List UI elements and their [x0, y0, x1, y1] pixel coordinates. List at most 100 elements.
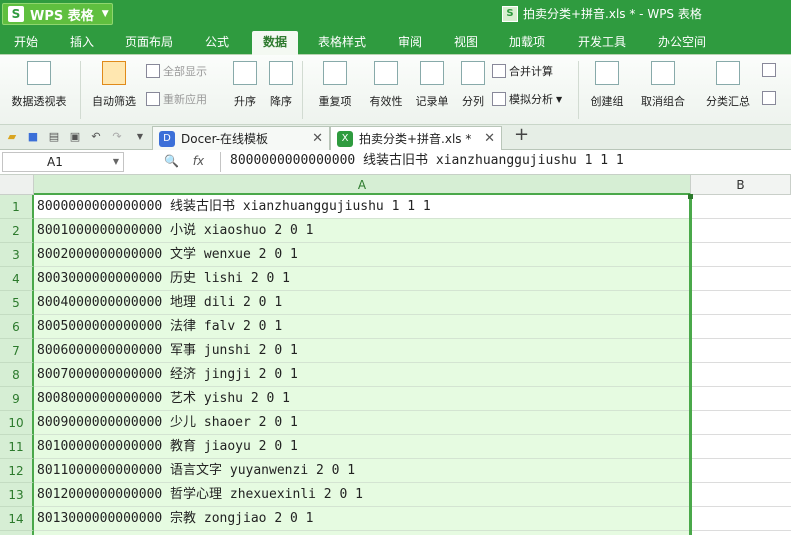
collapse-detail-button[interactable] [762, 91, 776, 105]
search-icon[interactable]: 🔍 [164, 154, 179, 168]
cell-b[interactable] [691, 483, 791, 507]
autofilter-button[interactable]: 自动筛选 [86, 61, 142, 109]
cell-b[interactable] [691, 411, 791, 435]
tab-addins[interactable]: 加载项 [502, 31, 552, 55]
reapply-button[interactable]: 重新应用 [146, 91, 207, 107]
cell-a[interactable]: 8010000000000000 教育 jiaoyu 2 0 1 [34, 435, 691, 459]
cell-b[interactable] [691, 435, 791, 459]
cell-b[interactable] [691, 339, 791, 363]
row-header[interactable]: 13 [0, 483, 34, 507]
funnel-icon [102, 61, 126, 85]
cell-b[interactable] [691, 291, 791, 315]
cell-a[interactable] [34, 531, 691, 535]
redo-icon[interactable]: ↷ [110, 130, 124, 144]
tab-insert[interactable]: 插入 [62, 31, 102, 55]
name-box[interactable]: A1 ▼ [2, 152, 124, 172]
cell-a[interactable]: 8013000000000000 宗教 zongjiao 2 0 1 [34, 507, 691, 531]
cell-a[interactable]: 8011000000000000 语言文字 yuyanwenzi 2 0 1 [34, 459, 691, 483]
select-all-corner[interactable] [0, 175, 34, 195]
cell-a[interactable]: 8008000000000000 艺术 yishu 2 0 1 [34, 387, 691, 411]
tab-developer[interactable]: 开发工具 [570, 31, 634, 55]
chevron-down-icon[interactable]: ▼ [133, 130, 147, 144]
tab-page-layout[interactable]: 页面布局 [118, 31, 180, 55]
cell-b[interactable] [691, 531, 791, 535]
table-row: 13 8012000000000000 哲学心理 zhexuexinli 2 0 … [0, 483, 791, 507]
pivot-table-button[interactable]: 数据透视表 [6, 61, 72, 109]
tab-view[interactable]: 视图 [446, 31, 486, 55]
sort-descending-button[interactable]: 降序 [264, 61, 298, 109]
app-menu-button[interactable]: S WPS 表格 ▼ [2, 3, 113, 25]
split-columns-icon [461, 61, 485, 85]
cell-b[interactable] [691, 243, 791, 267]
row-header[interactable]: 9 [0, 387, 34, 411]
undo-icon[interactable]: ↶ [89, 130, 103, 144]
cell-a[interactable]: 8009000000000000 少儿 shaoer 2 0 1 [34, 411, 691, 435]
tab-formulas[interactable]: 公式 [196, 31, 238, 55]
record-form-button[interactable]: 记录单 [410, 61, 454, 109]
what-if-button[interactable]: 模拟分析 ▼ [492, 91, 562, 107]
row-header[interactable]: 8 [0, 363, 34, 387]
row-header[interactable]: 2 [0, 219, 34, 243]
expand-detail-button[interactable] [762, 63, 776, 77]
tab-spreadsheet[interactable]: X 拍卖分类+拼音.xls * ✕ [330, 126, 502, 150]
cell-a[interactable]: 8006000000000000 军事 junshi 2 0 1 [34, 339, 691, 363]
cell-a[interactable]: 8004000000000000 地理 dili 2 0 1 [34, 291, 691, 315]
row-header[interactable]: 7 [0, 339, 34, 363]
duplicates-button[interactable]: 重复项 [308, 61, 362, 109]
create-group-button[interactable]: 创建组 [584, 61, 630, 109]
cell-b[interactable] [691, 195, 791, 219]
cell-b[interactable] [691, 387, 791, 411]
column-header-b[interactable]: B [691, 175, 791, 195]
cell-b[interactable] [691, 507, 791, 531]
tab-data[interactable]: 数据 [252, 31, 298, 55]
row-header[interactable]: 6 [0, 315, 34, 339]
fx-icon[interactable]: fx [193, 154, 204, 168]
print-preview-icon[interactable]: ▣ [68, 130, 82, 144]
new-tab-plus-icon[interactable]: + [514, 126, 529, 144]
close-icon[interactable]: ✕ [312, 131, 323, 146]
cell-a[interactable]: 8001000000000000 小说 xiaoshuo 2 0 1 [34, 219, 691, 243]
cell-a[interactable]: 8000000000000000 线装古旧书 xianzhuanggujiush… [34, 195, 691, 219]
print-icon[interactable]: ▤ [47, 130, 61, 144]
row-header[interactable]: 1 [0, 195, 34, 219]
formula-input[interactable]: 8000000000000000 线装古旧书 xianzhuanggujiush… [220, 152, 791, 172]
cell-b[interactable] [691, 267, 791, 291]
tab-start[interactable]: 开始 [6, 31, 46, 55]
create-group-icon [595, 61, 619, 85]
record-form-label: 记录单 [415, 95, 449, 108]
split-columns-button[interactable]: 分列 [456, 61, 490, 109]
chevron-down-icon[interactable]: ▼ [113, 153, 119, 171]
sort-ascending-button[interactable]: 升序 [228, 61, 262, 109]
cell-b[interactable] [691, 219, 791, 243]
ungroup-button[interactable]: 取消组合 [632, 61, 694, 109]
cell-a[interactable]: 8005000000000000 法律 falv 2 0 1 [34, 315, 691, 339]
row-header[interactable]: 11 [0, 435, 34, 459]
cell-b[interactable] [691, 363, 791, 387]
show-all-button[interactable]: 全部显示 [146, 63, 207, 79]
subtotal-button[interactable]: 分类汇总 [698, 61, 758, 109]
close-icon[interactable]: ✕ [484, 131, 495, 146]
row-header[interactable]: 10 [0, 411, 34, 435]
row-header[interactable]: 4 [0, 267, 34, 291]
tab-docer[interactable]: D Docer-在线模板 ✕ [152, 126, 330, 150]
cell-a[interactable]: 8003000000000000 历史 lishi 2 0 1 [34, 267, 691, 291]
tab-office-space[interactable]: 办公空间 [650, 31, 714, 55]
fill-handle[interactable] [688, 194, 693, 199]
column-header-a[interactable]: A [34, 175, 691, 195]
row-header[interactable]: 12 [0, 459, 34, 483]
open-folder-icon[interactable]: ▰ [5, 130, 19, 144]
row-header[interactable]: 5 [0, 291, 34, 315]
cell-a[interactable]: 8002000000000000 文学 wenxue 2 0 1 [34, 243, 691, 267]
row-header[interactable]: 15 [0, 531, 34, 535]
row-header[interactable]: 3 [0, 243, 34, 267]
tab-table-style[interactable]: 表格样式 [310, 31, 374, 55]
cell-b[interactable] [691, 459, 791, 483]
cell-b[interactable] [691, 315, 791, 339]
validity-button[interactable]: 有效性 [364, 61, 408, 109]
merge-calc-button[interactable]: 合并计算 [492, 63, 553, 79]
row-header[interactable]: 14 [0, 507, 34, 531]
cell-a[interactable]: 8007000000000000 经济 jingji 2 0 1 [34, 363, 691, 387]
save-icon[interactable]: ■ [26, 130, 40, 144]
tab-review[interactable]: 审阅 [390, 31, 430, 55]
cell-a[interactable]: 8012000000000000 哲学心理 zhexuexinli 2 0 1 [34, 483, 691, 507]
